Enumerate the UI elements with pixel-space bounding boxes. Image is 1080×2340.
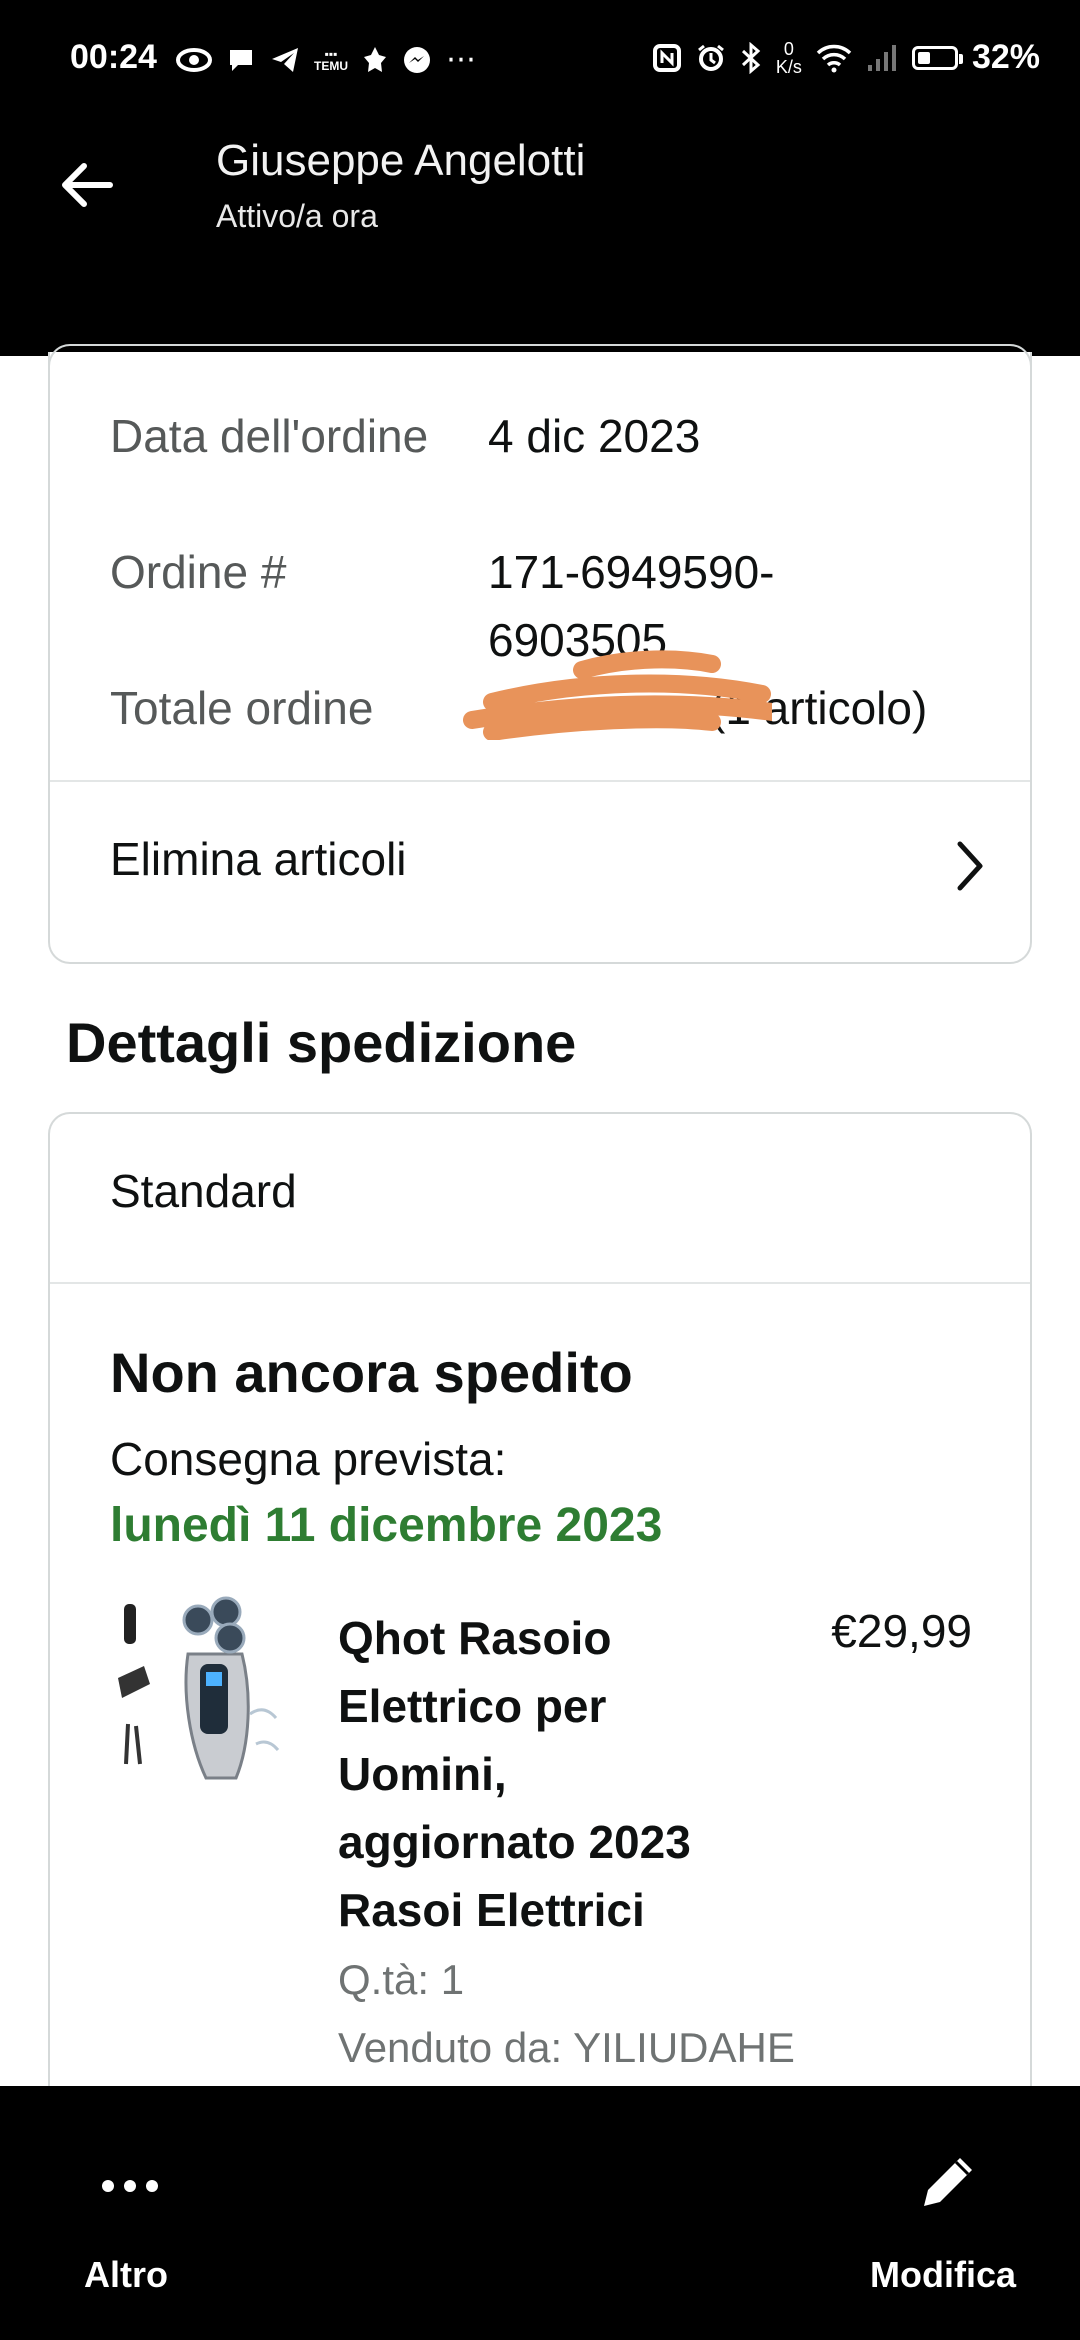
- order-number-label: Ordine #: [110, 546, 287, 598]
- delivery-label: Consegna prevista:: [110, 1433, 507, 1485]
- notification-icons: ▪▪▪ TEMU ⋯: [176, 42, 476, 77]
- back-button[interactable]: [52, 150, 122, 220]
- shipping-card: Standard Non ancora spedito Consegna pre…: [48, 1112, 1032, 2242]
- net-speed-value: 0: [783, 38, 794, 59]
- product-title-line: Qhot Rasoio: [338, 1612, 612, 1664]
- product-title-line: Rasoi Elettrici: [338, 1884, 645, 1936]
- battery-percent: 32%: [971, 38, 1040, 76]
- edit-label: Modifica: [870, 2254, 1017, 2295]
- app-notification-icon: [364, 46, 386, 72]
- delivery-date: lunedì 11 dicembre 2023: [110, 1499, 663, 1552]
- more-notifications-icon: ⋯: [446, 43, 476, 76]
- chat-bubble-icon: [230, 49, 252, 71]
- edit-button[interactable]: Modifica: [860, 2086, 1060, 2340]
- temu-icon: ▪▪▪ TEMU: [314, 46, 348, 73]
- battery-icon: [911, 45, 963, 70]
- top-bar: 00:24 ▪▪▪ TEMU ⋯ 0 K/s 32% Giuseppe Angelo…: [0, 0, 1080, 356]
- signal-icon: [867, 44, 896, 71]
- remove-items-button[interactable]: Elimina articoli: [110, 832, 407, 886]
- contact-name: Giuseppe Angelotti: [216, 136, 586, 185]
- pencil-icon: [924, 2158, 972, 2206]
- wifi-icon: [816, 44, 852, 72]
- product-quantity: Q.tà: 1: [338, 1956, 465, 2003]
- nfc-icon: [652, 43, 681, 72]
- contact-status: Attivo/a ora: [216, 198, 378, 234]
- bottom-action-bar: Altro Modifica: [0, 2086, 1080, 2340]
- alarm-icon: [697, 44, 724, 71]
- order-number-line1: 171-6949590-: [488, 546, 775, 598]
- product-seller: Venduto da: YILIUDAHE: [338, 2024, 795, 2071]
- eye-icon: [176, 47, 212, 72]
- chevron-right-icon: [957, 841, 983, 891]
- net-speed-unit: K/s: [775, 56, 802, 77]
- shipping-section-title: Dettagli spedizione: [66, 1011, 577, 1074]
- order-summary-card: Data dell'ordine 4 dic 2023 Ordine # 171…: [48, 344, 1032, 964]
- order-date-label-text: Data dell'ordine: [110, 410, 429, 462]
- telegram-icon: [272, 47, 298, 72]
- product-title-link[interactable]: Qhot Rasoio Elettrico per Uomini, aggior…: [338, 1604, 758, 1944]
- arrow-left-icon: [62, 163, 113, 207]
- product-title-line: Elettrico per: [338, 1680, 607, 1732]
- status-bar: 00:24 ▪▪▪ TEMU ⋯ 0 K/s 32%: [0, 0, 1080, 124]
- product-title-line: aggiornato 2023: [338, 1816, 691, 1868]
- redaction-scribble: [463, 650, 772, 740]
- more-dots-icon: [102, 2180, 158, 2192]
- shipping-status: Non ancora spedito: [110, 1341, 633, 1404]
- order-total-label: Totale ordine: [110, 682, 374, 734]
- bluetooth-icon: [741, 41, 761, 74]
- order-date-label: Data dell'ordine: [110, 402, 450, 470]
- system-icons: 0 K/s 32%: [652, 38, 1040, 77]
- order-date-value: 4 dic 2023: [488, 410, 701, 462]
- more-button[interactable]: Altro: [60, 2086, 200, 2340]
- net-speed: 0 K/s: [776, 40, 802, 76]
- more-label: Altro: [84, 2254, 168, 2295]
- shipping-method: Standard: [110, 1165, 297, 1217]
- status-time: 00:24: [70, 38, 157, 76]
- product-price: €29,99: [831, 1605, 972, 1657]
- card-divider: [50, 780, 1030, 782]
- product-title-line: Uomini,: [338, 1748, 507, 1800]
- product-image[interactable]: [110, 1594, 300, 1794]
- messenger-icon: [404, 46, 430, 73]
- card-divider: [50, 1282, 1030, 1284]
